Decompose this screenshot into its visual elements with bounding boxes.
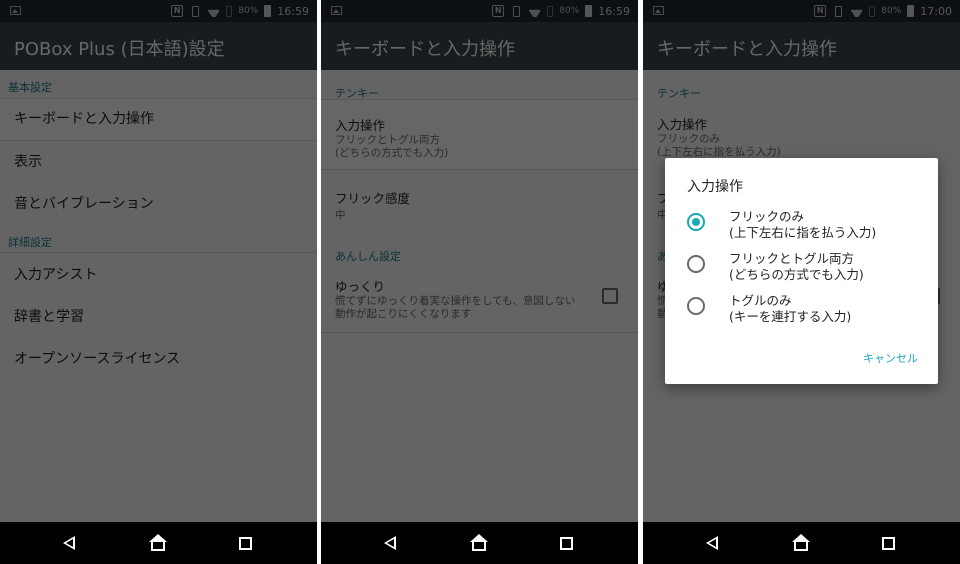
recent-apps-icon[interactable] bbox=[882, 537, 895, 550]
battery-percent: 80% bbox=[881, 6, 902, 16]
app-bar: キーボードと入力操作 bbox=[321, 22, 638, 70]
clock: 16:59 bbox=[598, 4, 630, 18]
pref-title: ゆっくり bbox=[335, 279, 386, 294]
sim-icon bbox=[226, 5, 233, 17]
status-bar: N 80% 16:59 bbox=[0, 0, 317, 22]
pref-title: 入力操作 bbox=[657, 117, 708, 132]
cancel-button[interactable]: キャンセル bbox=[863, 350, 918, 366]
radio-selected-icon[interactable] bbox=[687, 213, 705, 231]
wifi-icon bbox=[528, 6, 541, 17]
option-description: (どちらの方式でも入力) bbox=[729, 267, 864, 282]
vibrate-icon bbox=[189, 5, 201, 17]
screen-input-operation-dialog: N 80% 17:00 キーボードと入力操作 テンキー 入力操作 フリックのみ … bbox=[643, 0, 960, 564]
back-icon[interactable] bbox=[706, 536, 718, 550]
battery-icon bbox=[264, 5, 272, 17]
settings-list: テンキー 入力操作 フリックとトグル両方 (どちらの方式でも入力) フリック感度… bbox=[321, 70, 638, 522]
sim-icon bbox=[547, 5, 554, 17]
vibrate-icon bbox=[510, 5, 522, 17]
pref-flick-sensitivity[interactable]: フリック感度 中 bbox=[321, 170, 638, 236]
image-notification-icon bbox=[10, 6, 21, 15]
radio-unselected-icon[interactable] bbox=[687, 297, 705, 315]
page-title: キーボードと入力操作 bbox=[657, 39, 837, 60]
section-header-basic: 基本設定 bbox=[8, 81, 52, 94]
navigation-bar bbox=[321, 522, 638, 564]
vibrate-icon bbox=[832, 5, 844, 17]
pref-summary: 動作が起こりにくくなります bbox=[335, 308, 472, 320]
settings-item-keyboard-input[interactable]: キーボードと入力操作 bbox=[0, 98, 317, 141]
option-description: (上下左右に指を払う入力) bbox=[729, 225, 877, 240]
screen-keyboard-input: N 80% 16:59 キーボードと入力操作 テンキー 入力操作 フリックとトグ… bbox=[321, 0, 638, 564]
image-notification-icon bbox=[331, 6, 342, 15]
radio-option-flick-only[interactable]: フリックのみ (上下左右に指を払う入力) bbox=[687, 206, 927, 244]
screen-pobox-settings: N 80% 16:59 POBox Plus (日本語)設定 基本設定 キーボー… bbox=[0, 0, 317, 564]
radio-option-toggle-only[interactable]: トグルのみ (キーを連打する入力) bbox=[687, 290, 927, 328]
pref-summary: 中 bbox=[335, 209, 346, 221]
back-icon[interactable] bbox=[384, 536, 396, 550]
pref-slow-mode[interactable]: ゆっくり 慌てずにゆっくり着実な操作をしても、意図しない 動作が起こりにくくなり… bbox=[321, 266, 638, 332]
settings-list: 基本設定 キーボードと入力操作 表示 音とバイブレーション 詳細設定 入力アシス… bbox=[0, 70, 317, 522]
divider bbox=[0, 252, 317, 253]
slow-mode-checkbox[interactable] bbox=[602, 288, 618, 304]
clock: 17:00 bbox=[920, 4, 952, 18]
app-bar: POBox Plus (日本語)設定 bbox=[0, 22, 317, 70]
home-icon[interactable] bbox=[792, 534, 810, 551]
radio-unselected-icon[interactable] bbox=[687, 255, 705, 273]
pref-summary: フリックとトグル両方 bbox=[335, 134, 440, 146]
pref-title: 入力操作 bbox=[335, 118, 386, 133]
wifi-icon bbox=[850, 6, 863, 17]
divider bbox=[321, 332, 638, 333]
battery-icon bbox=[907, 5, 915, 17]
battery-icon bbox=[585, 5, 593, 17]
dialog-title: 入力操作 bbox=[687, 179, 743, 195]
pref-input-operation[interactable]: 入力操作 フリックとトグル両方 (どちらの方式でも入力) bbox=[321, 99, 638, 170]
settings-item-display[interactable]: 表示 bbox=[0, 141, 317, 183]
app-bar: キーボードと入力操作 bbox=[643, 22, 960, 70]
pref-summary: (どちらの方式でも入力) bbox=[335, 147, 449, 159]
battery-percent: 80% bbox=[238, 6, 259, 16]
navigation-bar bbox=[643, 522, 960, 564]
settings-item-dictionary[interactable]: 辞書と学習 bbox=[0, 296, 317, 338]
page-title: POBox Plus (日本語)設定 bbox=[14, 39, 225, 60]
pref-summary: 慌てずにゆっくり着実な操作をしても、意図しない bbox=[335, 295, 576, 307]
home-icon[interactable] bbox=[470, 534, 488, 551]
page-title: キーボードと入力操作 bbox=[335, 39, 515, 60]
home-icon[interactable] bbox=[149, 534, 167, 551]
nfc-icon: N bbox=[171, 5, 184, 17]
nfc-icon: N bbox=[492, 5, 505, 17]
battery-percent: 80% bbox=[559, 6, 580, 16]
status-bar: N 80% 17:00 bbox=[643, 0, 960, 22]
navigation-bar bbox=[0, 522, 317, 564]
back-icon[interactable] bbox=[63, 536, 75, 550]
clock: 16:59 bbox=[277, 4, 309, 18]
wifi-icon bbox=[207, 6, 220, 17]
image-notification-icon bbox=[653, 6, 664, 15]
option-description: (キーを連打する入力) bbox=[729, 309, 852, 324]
recent-apps-icon[interactable] bbox=[560, 537, 573, 550]
pref-summary: フリックのみ bbox=[657, 133, 720, 145]
settings-item-input-assist[interactable]: 入力アシスト bbox=[0, 254, 317, 296]
nfc-icon: N bbox=[814, 5, 827, 17]
status-bar: N 80% 16:59 bbox=[321, 0, 638, 22]
settings-item-oss-license[interactable]: オープンソースライセンス bbox=[0, 338, 317, 380]
pref-title: フリック感度 bbox=[335, 191, 411, 206]
section-header-advanced: 詳細設定 bbox=[8, 236, 52, 249]
section-header-safety: あんしん設定 bbox=[335, 250, 401, 263]
sim-icon bbox=[869, 5, 876, 17]
radio-option-flick-and-toggle[interactable]: フリックとトグル両方 (どちらの方式でも入力) bbox=[687, 248, 927, 286]
input-operation-dialog: 入力操作 フリックのみ (上下左右に指を払う入力) フリックとトグル両方 (どち… bbox=[665, 158, 938, 384]
settings-item-sound-vibration[interactable]: 音とバイブレーション bbox=[0, 183, 317, 225]
recent-apps-icon[interactable] bbox=[239, 537, 252, 550]
